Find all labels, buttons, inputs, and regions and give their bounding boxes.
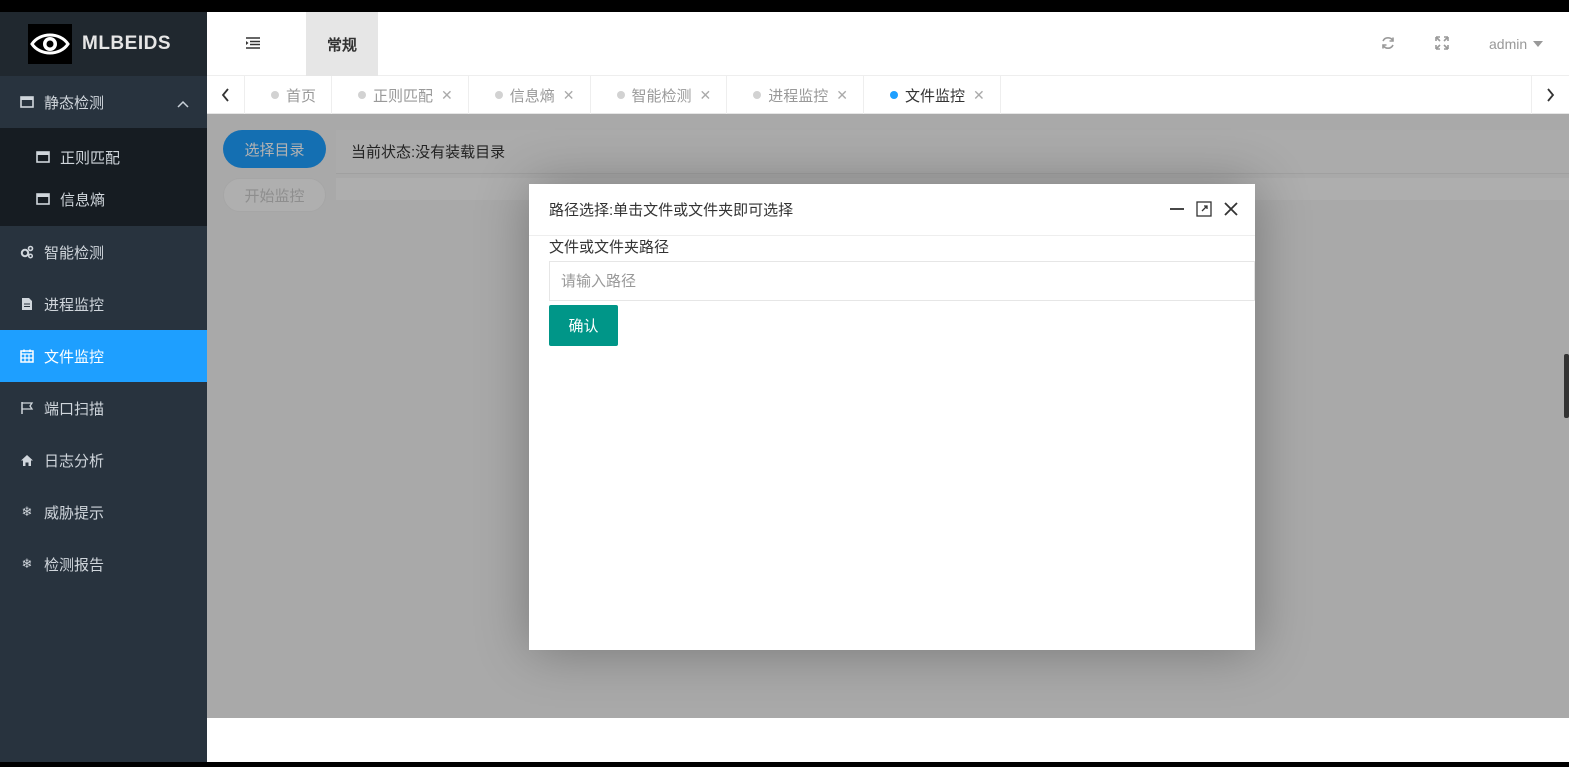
sidebar-item-file-monitor[interactable]: 文件监控 xyxy=(0,330,207,382)
sidebar-item-label: 威胁提示 xyxy=(44,504,105,522)
home-icon xyxy=(20,453,34,467)
refresh-icon[interactable] xyxy=(1381,36,1395,53)
window-icon xyxy=(36,151,50,163)
app-frame: MLBEIDS 静态检测 正则匹配 信息熵 智能检测 进程监控 文件监控 端口扫… xyxy=(0,12,1569,762)
tab-label: 进程监控 xyxy=(768,87,829,105)
top-header: 常规 admin xyxy=(207,12,1569,76)
flag-icon xyxy=(20,401,34,415)
close-icon[interactable] xyxy=(1223,201,1239,220)
sidebar-item-label: 检测报告 xyxy=(44,556,105,574)
sidebar-item-threat-alerts[interactable]: ❄ 威胁提示 xyxy=(0,486,207,538)
tab-list: 首页 正则匹配 ✕ 信息熵 ✕ 智能检测 ✕ 进程监控 ✕ 文件监控 ✕ xyxy=(245,76,1001,114)
sidebar-item-process-monitor[interactable]: 进程监控 xyxy=(0,278,207,330)
tab-regex[interactable]: 正则匹配 ✕ xyxy=(332,76,469,114)
tabs-scroll-left-icon[interactable] xyxy=(207,76,245,114)
sidebar-item-label: 智能检测 xyxy=(44,244,105,262)
calendar-icon xyxy=(20,349,34,363)
sidebar-subitem-label: 正则匹配 xyxy=(60,149,121,167)
page-scrollbar[interactable] xyxy=(1564,354,1569,418)
tab-status-dot xyxy=(358,91,367,99)
sidebar-submenu: 正则匹配 信息熵 xyxy=(0,128,207,226)
snowflake-icon: ❄ xyxy=(21,556,33,571)
sidebar-item-label: 日志分析 xyxy=(44,452,105,470)
user-menu[interactable]: admin xyxy=(1489,36,1544,52)
sidebar-item-static-detection[interactable]: 静态检测 xyxy=(0,76,207,128)
fullscreen-icon[interactable] xyxy=(1435,36,1449,53)
page-tabbar: 首页 正则匹配 ✕ 信息熵 ✕ 智能检测 ✕ 进程监控 ✕ 文件监控 ✕ xyxy=(207,76,1569,114)
sidebar-item-detection-report[interactable]: ❄ 检测报告 xyxy=(0,538,207,590)
sidebar: MLBEIDS 静态检测 正则匹配 信息熵 智能检测 进程监控 文件监控 端口扫… xyxy=(0,12,207,762)
path-select-dialog: 路径选择:单击文件或文件夹即可选择 文件或文件夹路径 确认 xyxy=(529,184,1255,650)
path-field-label: 文件或文件夹路径 xyxy=(549,239,670,256)
close-icon[interactable]: ✕ xyxy=(836,87,848,104)
close-icon[interactable]: ✕ xyxy=(973,87,985,104)
chevron-up-icon xyxy=(177,95,189,112)
tab-entropy[interactable]: 信息熵 ✕ xyxy=(469,76,591,114)
tab-label: 文件监控 xyxy=(905,87,966,105)
logo-text: MLBEIDS xyxy=(82,33,171,54)
tab-label: 智能检测 xyxy=(631,87,692,105)
tab-status-dot xyxy=(616,91,625,99)
sidebar-item-label: 端口扫描 xyxy=(44,400,105,418)
tab-smart-detection[interactable]: 智能检测 ✕ xyxy=(591,76,728,114)
caret-down-icon xyxy=(1533,41,1544,47)
eye-logo-icon xyxy=(28,24,72,64)
tab-status-dot xyxy=(271,91,279,99)
tab-label: 信息熵 xyxy=(509,87,555,105)
tab-status-dot xyxy=(494,91,503,99)
tab-label: 首页 xyxy=(286,87,317,105)
window-icon xyxy=(36,193,50,205)
close-icon[interactable]: ✕ xyxy=(441,87,453,104)
close-icon[interactable]: ✕ xyxy=(700,87,712,104)
snowflake-icon: ❄ xyxy=(21,504,33,519)
sidebar-item-label: 文件监控 xyxy=(44,348,105,366)
sidebar-item-smart-detection[interactable]: 智能检测 xyxy=(0,226,207,278)
sidebar-subitem-label: 信息熵 xyxy=(60,191,106,209)
file-icon xyxy=(20,297,34,311)
sidebar-subitem-regex[interactable]: 正则匹配 xyxy=(0,136,207,178)
tab-status-dot xyxy=(753,91,762,99)
tabs-scroll-right-icon[interactable] xyxy=(1531,76,1569,114)
gears-icon xyxy=(20,245,34,259)
minimize-icon[interactable] xyxy=(1169,201,1185,220)
confirm-button[interactable]: 确认 xyxy=(549,305,618,346)
tab-process-monitor[interactable]: 进程监控 ✕ xyxy=(727,76,865,114)
tab-label: 正则匹配 xyxy=(373,87,434,105)
close-icon[interactable]: ✕ xyxy=(563,87,575,104)
sidebar-item-label: 进程监控 xyxy=(44,296,105,314)
window-icon xyxy=(20,95,34,109)
logo: MLBEIDS xyxy=(0,12,207,76)
path-input[interactable] xyxy=(549,261,1255,301)
tab-home[interactable]: 首页 xyxy=(245,76,333,114)
tab-status-dot xyxy=(890,91,899,99)
maximize-icon[interactable] xyxy=(1196,201,1212,220)
sidebar-item-log-analysis[interactable]: 日志分析 xyxy=(0,434,207,486)
sidebar-item-label: 静态检测 xyxy=(44,94,105,112)
sidebar-item-port-scan[interactable]: 端口扫描 xyxy=(0,382,207,434)
menu-toggle-icon[interactable] xyxy=(245,36,261,53)
username: admin xyxy=(1489,36,1528,52)
tab-file-monitor[interactable]: 文件监控 ✕ xyxy=(864,76,1001,114)
dialog-title: 路径选择:单击文件或文件夹即可选择 xyxy=(529,184,1255,236)
sidebar-subitem-entropy[interactable]: 信息熵 xyxy=(0,178,207,220)
top-nav-tab-general[interactable]: 常规 xyxy=(306,12,378,76)
